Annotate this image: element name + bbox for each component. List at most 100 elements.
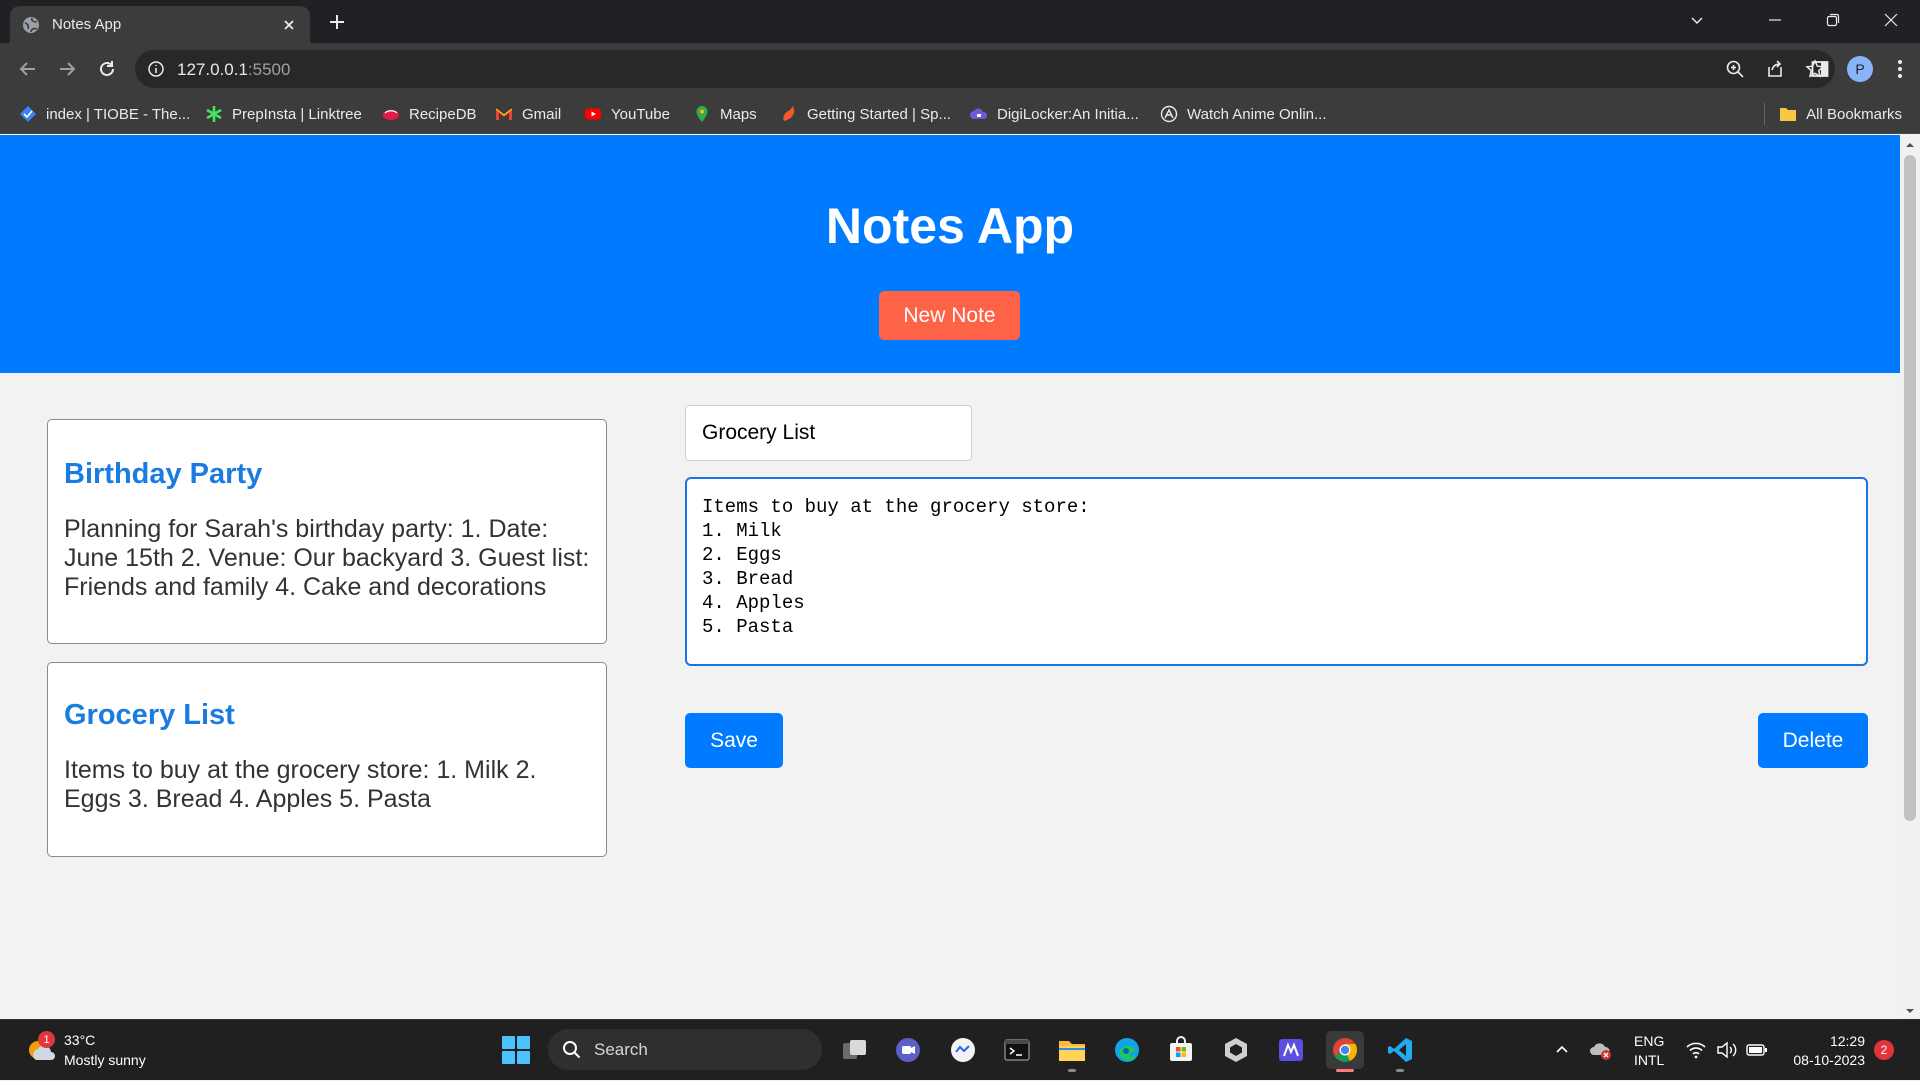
windows-start-icon[interactable]: [502, 1036, 530, 1064]
bookmark-label: Getting Started | Sp...: [807, 105, 951, 123]
file-explorer-icon[interactable]: [1053, 1031, 1091, 1072]
edge-icon[interactable]: [1108, 1031, 1146, 1069]
maps-icon: [693, 105, 711, 123]
note-body: Planning for Sarah's birthday party: 1. …: [64, 515, 590, 601]
bookmark-item[interactable]: Maps: [693, 94, 757, 134]
battery-icon[interactable]: [1746, 1038, 1768, 1062]
bookmark-item[interactable]: YouTube: [584, 94, 670, 134]
bookmark-label: RecipeDB: [409, 105, 477, 123]
running-indicator: [1068, 1069, 1076, 1072]
minimize-icon[interactable]: [1746, 0, 1804, 40]
share-icon[interactable]: [1755, 50, 1795, 88]
weather-badge: 1: [38, 1031, 55, 1048]
note-card[interactable]: Grocery List Items to buy at the grocery…: [47, 662, 607, 857]
terminal-icon[interactable]: [998, 1031, 1036, 1069]
taskbar-clock[interactable]: 12:29 08-10-2023: [1785, 1032, 1865, 1070]
bookmark-item[interactable]: RecipeDB: [382, 94, 477, 134]
scroll-down-arrow-icon[interactable]: [1905, 1006, 1915, 1016]
bookmarks-divider: [1764, 103, 1766, 125]
bookmarks-bar: index | TIOBE - The... PrepInsta | Linkt…: [0, 94, 1920, 134]
url-text[interactable]: 127.0.0.1:5500: [177, 60, 290, 80]
window-controls: [1668, 0, 1920, 40]
bookmark-label: Gmail: [522, 105, 562, 123]
weather-temperature: 33°C: [64, 1032, 96, 1048]
window-close-icon[interactable]: [1862, 0, 1920, 40]
chrome-icon[interactable]: [1326, 1031, 1364, 1072]
back-arrow-icon[interactable]: [14, 55, 42, 83]
bookmark-item[interactable]: Gmail: [495, 94, 561, 134]
more-menu-icon[interactable]: [1880, 50, 1920, 88]
delete-button[interactable]: Delete: [1758, 713, 1868, 768]
new-tab-icon[interactable]: [325, 10, 349, 34]
linktree-icon: [205, 105, 223, 123]
note-card[interactable]: Birthday Party Planning for Sarah's birt…: [47, 419, 607, 644]
bookmark-item[interactable]: Watch Anime Onlin...: [1160, 94, 1327, 134]
chevron-up-icon[interactable]: [1554, 1038, 1570, 1062]
windows-taskbar: 1 33°C Mostly sunny Search ENG INTL 12:2…: [0, 1019, 1920, 1080]
new-note-button[interactable]: New Note: [879, 291, 1020, 340]
all-bookmarks[interactable]: All Bookmarks: [1764, 94, 1902, 134]
scroll-up-arrow-icon[interactable]: [1905, 140, 1915, 150]
bookmark-label: index | TIOBE - The...: [46, 105, 191, 123]
close-tab-icon[interactable]: [280, 16, 298, 34]
scrollbar-thumb[interactable]: [1904, 155, 1916, 821]
vscode-icon[interactable]: [1381, 1031, 1419, 1072]
bookmark-item[interactable]: index | TIOBE - The...: [19, 94, 190, 134]
page-scrollbar[interactable]: [1900, 135, 1920, 1019]
address-bar[interactable]: 127.0.0.1:5500: [135, 50, 1835, 88]
browser-tab-active[interactable]: Notes App: [10, 6, 310, 43]
restore-icon[interactable]: [1804, 0, 1862, 40]
bookmark-item[interactable]: DigiLocker:An Initia...: [970, 94, 1139, 134]
bookmark-label: Maps: [720, 105, 757, 123]
language-line-1: ENG: [1634, 1033, 1665, 1049]
reload-icon[interactable]: [93, 55, 121, 83]
recipedb-icon: [382, 105, 400, 123]
gmail-icon: [495, 105, 513, 123]
notification-badge[interactable]: 2: [1874, 1040, 1894, 1060]
microsoft-store-icon[interactable]: [1162, 1031, 1200, 1069]
taskbar-search[interactable]: Search: [548, 1029, 822, 1070]
profile-initial: P: [1847, 56, 1873, 82]
youtube-icon: [584, 105, 602, 123]
folder-icon: [1779, 105, 1797, 123]
tiobe-icon: [19, 105, 37, 123]
search-label: Search: [594, 1039, 648, 1059]
running-indicator: [1396, 1069, 1404, 1072]
onedrive-error-icon[interactable]: [1589, 1038, 1613, 1062]
digilocker-icon: [970, 105, 988, 123]
browser-toolbar: 127.0.0.1:5500 P: [0, 43, 1920, 94]
note-title-input[interactable]: [685, 405, 972, 461]
meet-app-icon[interactable]: [944, 1031, 982, 1069]
note-title: Birthday Party: [64, 458, 263, 490]
wifi-icon[interactable]: [1686, 1038, 1706, 1062]
clock-time: 12:29: [1829, 1033, 1865, 1049]
matlab-editor-icon[interactable]: [1272, 1031, 1310, 1069]
clock-date: 08-10-2023: [1793, 1052, 1865, 1068]
globe-icon: [22, 16, 40, 34]
bookmark-label: Watch Anime Onlin...: [1187, 105, 1327, 123]
profile-avatar[interactable]: P: [1840, 50, 1880, 88]
note-body-textarea[interactable]: Items to buy at the grocery store: 1. Mi…: [685, 477, 1868, 666]
url-host: 127.0.0.1: [177, 60, 248, 79]
site-info-icon[interactable]: [147, 60, 165, 78]
weather-widget[interactable]: 1 33°C Mostly sunny: [24, 1030, 146, 1070]
sun-cloud-icon: 1: [24, 1031, 56, 1066]
bookmark-item[interactable]: PrepInsta | Linktree: [205, 94, 362, 134]
save-button[interactable]: Save: [685, 713, 783, 768]
zoom-icon[interactable]: [1715, 50, 1755, 88]
side-panel-icon[interactable]: [1800, 50, 1840, 88]
anime-icon: [1160, 105, 1178, 123]
tab-title: Notes App: [52, 16, 122, 33]
unity-icon[interactable]: [1217, 1031, 1255, 1069]
note-title: Grocery List: [64, 699, 235, 731]
forward-arrow-icon[interactable]: [53, 55, 81, 83]
teams-chat-icon[interactable]: [889, 1031, 927, 1069]
note-body: Items to buy at the grocery store: 1. Mi…: [64, 756, 537, 813]
language-indicator[interactable]: ENG INTL: [1634, 1032, 1664, 1070]
bookmark-item[interactable]: Getting Started | Sp...: [780, 94, 951, 134]
task-view-icon[interactable]: [836, 1031, 874, 1069]
tab-search-icon[interactable]: [1668, 0, 1726, 40]
volume-icon[interactable]: [1716, 1038, 1738, 1062]
weather-description: Mostly sunny: [64, 1052, 146, 1068]
search-icon: [562, 1040, 582, 1060]
